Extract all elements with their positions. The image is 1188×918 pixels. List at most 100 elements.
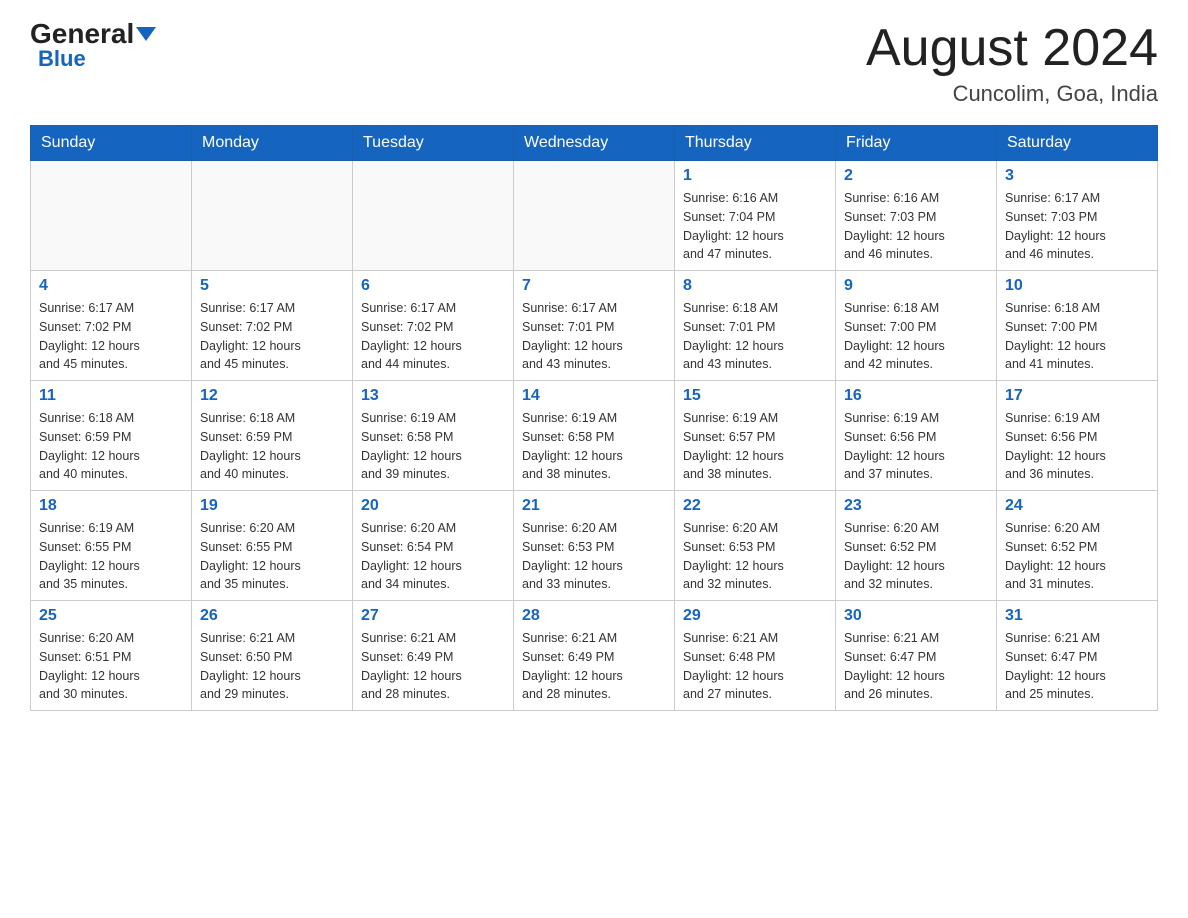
day-number: 14 (522, 387, 666, 405)
calendar-cell (514, 161, 675, 271)
day-info: Sunrise: 6:19 AM Sunset: 6:56 PM Dayligh… (1005, 409, 1149, 484)
calendar-header-tuesday: Tuesday (353, 126, 514, 161)
day-number: 17 (1005, 387, 1149, 405)
logo-triangle-icon (136, 27, 156, 41)
calendar-header-row: SundayMondayTuesdayWednesdayThursdayFrid… (31, 126, 1158, 161)
calendar-cell: 24Sunrise: 6:20 AM Sunset: 6:52 PM Dayli… (997, 491, 1158, 601)
day-info: Sunrise: 6:16 AM Sunset: 7:04 PM Dayligh… (683, 189, 827, 264)
calendar-header-wednesday: Wednesday (514, 126, 675, 161)
day-info: Sunrise: 6:20 AM Sunset: 6:51 PM Dayligh… (39, 629, 183, 704)
day-info: Sunrise: 6:21 AM Sunset: 6:48 PM Dayligh… (683, 629, 827, 704)
calendar-table: SundayMondayTuesdayWednesdayThursdayFrid… (30, 125, 1158, 711)
calendar-cell: 4 Sunrise: 6:17 AM Sunset: 7:02 PM Daylig… (31, 271, 192, 381)
day-info: Sunrise: 6:21 AM Sunset: 6:47 PM Dayligh… (1005, 629, 1149, 704)
day-number: 13 (361, 387, 505, 405)
day-info: Sunrise: 6:19 AM Sunset: 6:58 PM Dayligh… (361, 409, 505, 484)
day-number: 20 (361, 497, 505, 515)
day-number: 23 (844, 497, 988, 515)
calendar-header-thursday: Thursday (675, 126, 836, 161)
day-info: Sunrise: 6:19 AM Sunset: 6:57 PM Dayligh… (683, 409, 827, 484)
day-number: 18 (39, 497, 183, 515)
day-info: Sunrise: 6:17 AM Sunset: 7:01 PM Dayligh… (522, 299, 666, 374)
calendar-cell: 23Sunrise: 6:20 AM Sunset: 6:52 PM Dayli… (836, 491, 997, 601)
day-number: 7 (522, 277, 666, 295)
logo: General Blue (30, 20, 156, 72)
day-number: 27 (361, 607, 505, 625)
day-info: Sunrise: 6:17 AM Sunset: 7:02 PM Dayligh… (361, 299, 505, 374)
day-number: 24 (1005, 497, 1149, 515)
day-info: Sunrise: 6:17 AM Sunset: 7:02 PM Dayligh… (39, 299, 183, 374)
day-number: 30 (844, 607, 988, 625)
calendar-cell: 25 Sunrise: 6:20 AM Sunset: 6:51 PM Dayli… (31, 601, 192, 711)
day-info: Sunrise: 6:21 AM Sunset: 6:50 PM Dayligh… (200, 629, 344, 704)
calendar-cell: 6 Sunrise: 6:17 AM Sunset: 7:02 PM Daylig… (353, 271, 514, 381)
logo-blue-text: Blue (38, 46, 86, 72)
calendar-cell: 28 Sunrise: 6:21 AM Sunset: 6:49 PM Dayli… (514, 601, 675, 711)
day-info: Sunrise: 6:21 AM Sunset: 6:49 PM Dayligh… (522, 629, 666, 704)
day-number: 28 (522, 607, 666, 625)
day-number: 5 (200, 277, 344, 295)
calendar-week-1: 1Sunrise: 6:16 AM Sunset: 7:04 PM Daylig… (31, 161, 1158, 271)
calendar-header-friday: Friday (836, 126, 997, 161)
day-number: 31 (1005, 607, 1149, 625)
day-number: 12 (200, 387, 344, 405)
day-number: 2 (844, 167, 988, 185)
calendar-cell: 20 Sunrise: 6:20 AM Sunset: 6:54 PM Dayli… (353, 491, 514, 601)
day-number: 3 (1005, 167, 1149, 185)
calendar-cell: 27Sunrise: 6:21 AM Sunset: 6:49 PM Dayli… (353, 601, 514, 711)
calendar-cell (192, 161, 353, 271)
day-number: 29 (683, 607, 827, 625)
calendar-cell: 11 Sunrise: 6:18 AM Sunset: 6:59 PM Dayli… (31, 381, 192, 491)
calendar-cell: 3 Sunrise: 6:17 AM Sunset: 7:03 PM Daylig… (997, 161, 1158, 271)
day-info: Sunrise: 6:18 AM Sunset: 6:59 PM Dayligh… (200, 409, 344, 484)
calendar-cell: 26Sunrise: 6:21 AM Sunset: 6:50 PM Dayli… (192, 601, 353, 711)
day-info: Sunrise: 6:21 AM Sunset: 6:47 PM Dayligh… (844, 629, 988, 704)
day-number: 9 (844, 277, 988, 295)
day-info: Sunrise: 6:17 AM Sunset: 7:03 PM Dayligh… (1005, 189, 1149, 264)
calendar-cell: 1Sunrise: 6:16 AM Sunset: 7:04 PM Daylig… (675, 161, 836, 271)
calendar-cell: 29 Sunrise: 6:21 AM Sunset: 6:48 PM Dayli… (675, 601, 836, 711)
day-number: 11 (39, 387, 183, 405)
day-info: Sunrise: 6:20 AM Sunset: 6:55 PM Dayligh… (200, 519, 344, 594)
calendar-cell: 9 Sunrise: 6:18 AM Sunset: 7:00 PM Daylig… (836, 271, 997, 381)
calendar-cell: 19 Sunrise: 6:20 AM Sunset: 6:55 PM Dayli… (192, 491, 353, 601)
day-info: Sunrise: 6:20 AM Sunset: 6:54 PM Dayligh… (361, 519, 505, 594)
calendar-cell (31, 161, 192, 271)
day-info: Sunrise: 6:19 AM Sunset: 6:56 PM Dayligh… (844, 409, 988, 484)
day-number: 25 (39, 607, 183, 625)
day-info: Sunrise: 6:18 AM Sunset: 6:59 PM Dayligh… (39, 409, 183, 484)
calendar-cell: 16Sunrise: 6:19 AM Sunset: 6:56 PM Dayli… (836, 381, 997, 491)
calendar-header-monday: Monday (192, 126, 353, 161)
day-number: 4 (39, 277, 183, 295)
calendar-cell: 21Sunrise: 6:20 AM Sunset: 6:53 PM Dayli… (514, 491, 675, 601)
calendar-week-5: 25 Sunrise: 6:20 AM Sunset: 6:51 PM Dayli… (31, 601, 1158, 711)
day-number: 15 (683, 387, 827, 405)
day-info: Sunrise: 6:18 AM Sunset: 7:00 PM Dayligh… (844, 299, 988, 374)
calendar-cell (353, 161, 514, 271)
day-number: 19 (200, 497, 344, 515)
day-info: Sunrise: 6:18 AM Sunset: 7:00 PM Dayligh… (1005, 299, 1149, 374)
day-number: 21 (522, 497, 666, 515)
calendar-cell: 22Sunrise: 6:20 AM Sunset: 6:53 PM Dayli… (675, 491, 836, 601)
page-header: General Blue August 2024 Cuncolim, Goa, … (30, 20, 1158, 107)
calendar-week-2: 4 Sunrise: 6:17 AM Sunset: 7:02 PM Daylig… (31, 271, 1158, 381)
calendar-cell: 2Sunrise: 6:16 AM Sunset: 7:03 PM Daylig… (836, 161, 997, 271)
logo-general-text: General (30, 20, 134, 48)
calendar-cell: 18 Sunrise: 6:19 AM Sunset: 6:55 PM Dayli… (31, 491, 192, 601)
calendar-cell: 7 Sunrise: 6:17 AM Sunset: 7:01 PM Daylig… (514, 271, 675, 381)
day-info: Sunrise: 6:20 AM Sunset: 6:53 PM Dayligh… (683, 519, 827, 594)
calendar-cell: 15 Sunrise: 6:19 AM Sunset: 6:57 PM Dayli… (675, 381, 836, 491)
day-info: Sunrise: 6:17 AM Sunset: 7:02 PM Dayligh… (200, 299, 344, 374)
calendar-cell: 17 Sunrise: 6:19 AM Sunset: 6:56 PM Dayli… (997, 381, 1158, 491)
day-number: 6 (361, 277, 505, 295)
calendar-cell: 12 Sunrise: 6:18 AM Sunset: 6:59 PM Dayli… (192, 381, 353, 491)
day-number: 10 (1005, 277, 1149, 295)
calendar-cell: 13 Sunrise: 6:19 AM Sunset: 6:58 PM Dayli… (353, 381, 514, 491)
title-area: August 2024 Cuncolim, Goa, India (866, 20, 1158, 107)
calendar-cell: 10 Sunrise: 6:18 AM Sunset: 7:00 PM Dayli… (997, 271, 1158, 381)
day-info: Sunrise: 6:19 AM Sunset: 6:55 PM Dayligh… (39, 519, 183, 594)
calendar-cell: 8Sunrise: 6:18 AM Sunset: 7:01 PM Daylig… (675, 271, 836, 381)
day-info: Sunrise: 6:18 AM Sunset: 7:01 PM Dayligh… (683, 299, 827, 374)
calendar-week-4: 18 Sunrise: 6:19 AM Sunset: 6:55 PM Dayli… (31, 491, 1158, 601)
calendar-header-sunday: Sunday (31, 126, 192, 161)
